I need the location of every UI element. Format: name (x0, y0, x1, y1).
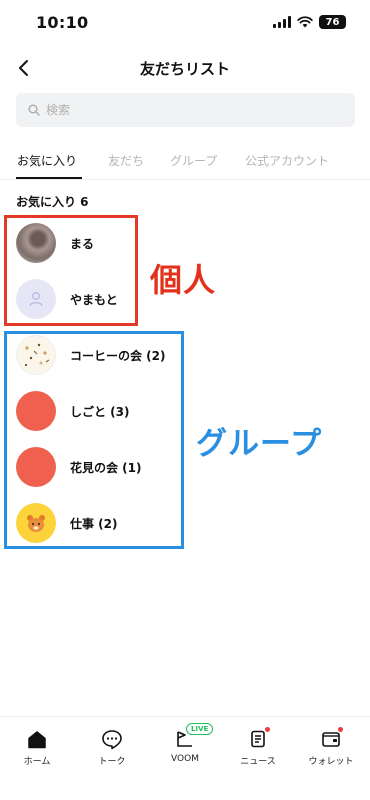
wallet-icon (318, 727, 344, 751)
bottom-nav: ホーム トーク LIVE VOOM ニュース ウォレット (0, 716, 370, 800)
status-time: 10:10 (36, 13, 89, 32)
notification-dot (338, 727, 343, 732)
tab-groups[interactable]: グループ (170, 152, 217, 169)
search-input[interactable] (46, 103, 326, 117)
nav-label: ウォレット (308, 757, 354, 767)
battery-icon: 76 (319, 15, 346, 29)
tab-official-accounts[interactable]: 公式アカウント (245, 152, 329, 169)
header: 友だちリスト (0, 46, 370, 90)
tab-favorites[interactable]: お気に入り (17, 152, 77, 169)
group-annotation-label: グループ (196, 426, 323, 462)
notification-dot (265, 727, 270, 732)
nav-wallet[interactable]: ウォレット (301, 727, 361, 767)
nav-home[interactable]: ホーム (7, 727, 67, 767)
page-title: 友だちリスト (139, 60, 230, 78)
nav-label: ニュース (240, 757, 276, 767)
nav-label: トーク (98, 757, 126, 767)
nav-talk[interactable]: トーク (82, 727, 142, 767)
wifi-icon (297, 16, 313, 28)
status-bar: 10:10 76 (0, 0, 370, 46)
tab-active-indicator (16, 177, 82, 179)
individual-highlight-box (4, 215, 138, 326)
signal-icon (273, 16, 291, 28)
news-icon (245, 727, 271, 751)
voom-icon: LIVE (172, 723, 214, 751)
chat-icon (99, 727, 125, 751)
section-label: お気に入り 6 (16, 195, 89, 209)
tab-bar: お気に入り 友だち グループ 公式アカウント (0, 140, 370, 180)
individual-annotation-label: 個人 (150, 261, 217, 299)
search-bar[interactable] (16, 93, 355, 127)
group-highlight-box (4, 331, 184, 549)
nav-label: VOOM (171, 754, 199, 764)
status-icons: 76 (273, 15, 346, 29)
nav-news[interactable]: ニュース (228, 727, 288, 767)
nav-voom[interactable]: LIVE VOOM (155, 723, 215, 764)
search-icon (28, 104, 40, 116)
tab-friends[interactable]: 友だち (108, 152, 144, 169)
nav-label: ホーム (23, 757, 51, 767)
home-icon (24, 727, 50, 751)
live-badge: LIVE (186, 723, 214, 735)
